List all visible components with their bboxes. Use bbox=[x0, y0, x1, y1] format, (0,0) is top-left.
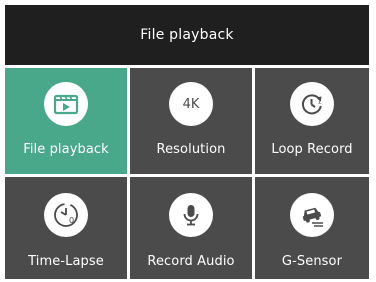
microphone-icon bbox=[169, 193, 213, 237]
menu-tile-label: G-Sensor bbox=[281, 254, 343, 269]
menu-tile-label: Resolution bbox=[156, 142, 226, 157]
menu-tile-record-audio[interactable]: Record Audio bbox=[130, 177, 252, 279]
menu-tile-loop-record[interactable]: 1 Loop Record bbox=[255, 68, 369, 174]
time-lapse-icon: 0 bbox=[44, 193, 88, 237]
menu-tile-resolution[interactable]: 4K Resolution bbox=[130, 68, 252, 174]
svg-text:1: 1 bbox=[318, 98, 322, 106]
menu-tile-label: Loop Record bbox=[271, 142, 353, 157]
menu-tile-label: Time-Lapse bbox=[28, 254, 104, 269]
menu-tile-label: Record Audio bbox=[147, 254, 235, 269]
menu-tile-file-playback[interactable]: File playback bbox=[5, 68, 127, 174]
camera-menu-screen: File playback File playback 4K Resolutio… bbox=[5, 5, 369, 279]
play-video-icon bbox=[44, 82, 88, 126]
page-title: File playback bbox=[5, 5, 369, 65]
menu-tile-g-sensor[interactable]: G-Sensor bbox=[255, 177, 369, 279]
menu-tile-label: File playback bbox=[23, 142, 109, 157]
resolution-4k-icon: 4K bbox=[169, 82, 213, 126]
g-sensor-car-icon bbox=[290, 193, 334, 237]
loop-record-icon: 1 bbox=[290, 82, 334, 126]
time-lapse-icon-text: 0 bbox=[69, 216, 74, 225]
resolution-icon-text: 4K bbox=[182, 96, 200, 112]
menu-tile-time-lapse[interactable]: 0 Time-Lapse bbox=[5, 177, 127, 279]
